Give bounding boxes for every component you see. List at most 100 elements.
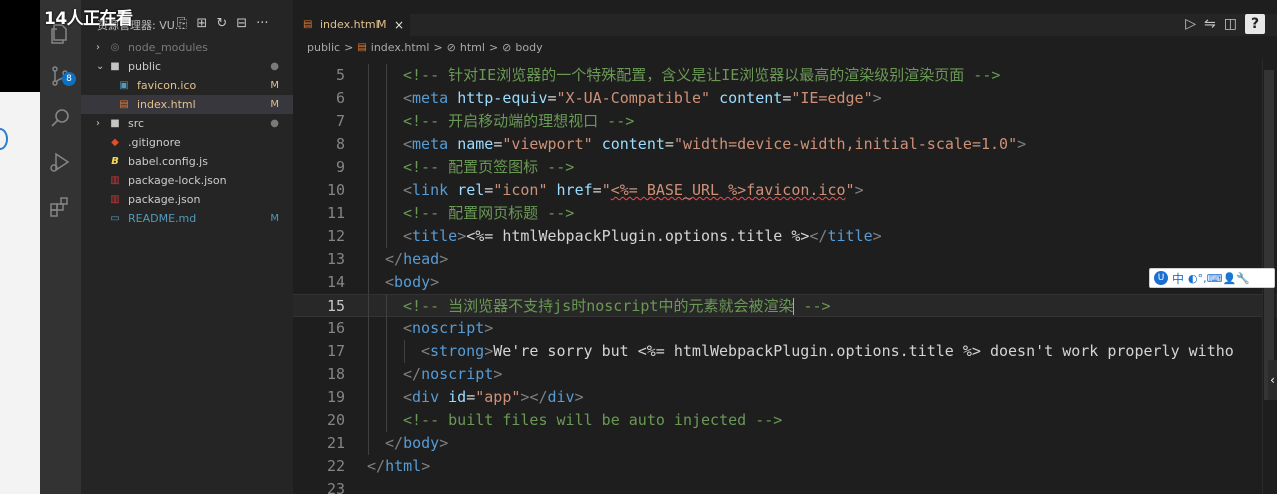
status-badge: ● [270,118,279,129]
tree-item-gitignore[interactable]: ◆ .gitignore [81,133,293,152]
help-icon[interactable]: ? [1245,14,1265,34]
viewer-count-overlay: 14人正在看 [44,9,133,29]
code-line[interactable]: 15 <!-- 当浏览器不支持js时noscript中的元素就会被渲染 --> [293,294,1277,318]
refresh-icon[interactable]: ↻ [216,16,227,31]
tree-item-label: README.md [128,212,197,225]
code-line[interactable]: 22 </html> [293,455,1277,478]
indent-guide [386,295,387,318]
code-text: <!-- 针对IE浏览器的一个特殊配置，含义是让IE浏览器以最高的渲染级别渲染页… [403,66,1001,84]
code-text: <!-- 开启移动端的理想视口 --> [403,112,635,130]
line-number: 12 [326,227,345,245]
ime-toolbar[interactable]: U 中 ◐°,⌨👤🔧 [1149,268,1275,288]
indent-guide [368,64,369,87]
code-line[interactable]: 5 <!-- 针对IE浏览器的一个特殊配置，含义是让IE浏览器以最高的渲染级别渲染… [293,64,1277,87]
breadcrumb-item[interactable]: body [515,41,542,54]
indent-guide [386,225,387,248]
compare-icon[interactable]: ⇋ [1204,16,1216,32]
markdown-icon: ▭ [110,213,120,224]
new-folder-icon[interactable]: ⊞ [196,16,207,31]
code-text: <body> [385,273,440,291]
html-file-icon: ▤ [119,99,129,110]
code-line[interactable]: 19 <div id="app"></div> [293,386,1277,409]
line-number: 8 [335,135,345,153]
code-line[interactable]: 8 <meta name="viewport" content="width=de… [293,133,1277,156]
code-text: <link rel="icon" href="<%= BASE_URL %>fa… [403,181,864,199]
tree-item-babel-config[interactable]: B babel.config.js [81,152,293,171]
tree-item-package-lock[interactable]: ▥ package-lock.json [81,171,293,190]
code-editor[interactable]: 5 <!-- 针对IE浏览器的一个特殊配置，含义是让IE浏览器以最高的渲染级别渲染… [293,59,1277,494]
breadcrumb-separator: > [344,41,354,54]
tree-item-label: package-lock.json [128,174,227,187]
indent-guide [386,409,387,432]
npm-icon: ▥ [110,175,120,186]
close-icon[interactable]: × [394,14,404,36]
run-debug-icon[interactable] [48,150,72,174]
search-icon[interactable] [48,106,72,130]
tree-item-node-modules[interactable]: › ◎ node_modules [81,38,293,57]
tree-item-label: package.json [128,193,201,206]
collapse-all-icon[interactable]: ⊟ [236,16,247,31]
breadcrumb-item[interactable]: index.html [371,41,430,54]
indent-guide [368,133,369,156]
tab-index-html[interactable]: ▤ index.html M × [293,14,410,36]
indent-guide [386,87,387,110]
breadcrumb-item[interactable]: public [307,41,340,54]
chevron-right-icon: › [96,42,100,53]
indent-guide [368,340,369,363]
code-line[interactable]: 13 </head> [293,248,1277,271]
tree-item-src[interactable]: › ■ src ● [81,114,293,133]
line-number: 20 [326,411,345,429]
tree-item-package-json[interactable]: ▥ package.json [81,190,293,209]
code-line[interactable]: 16 <noscript> [293,317,1277,340]
line-number: 5 [335,66,345,84]
html-file-icon: ▤ [357,42,367,53]
tree-item-label: babel.config.js [128,155,208,168]
code-text: <title><%= htmlWebpackPlugin.options.tit… [403,227,882,245]
run-icon[interactable]: ▷ [1185,16,1196,32]
code-line[interactable]: 23 [293,478,1277,494]
code-line[interactable]: 7 <!-- 开启移动端的理想视口 --> [293,110,1277,133]
ime-mode[interactable]: 中 [1172,270,1184,287]
code-text: <!-- 当浏览器不支持js时noscript中的元素就会被渲染 --> [403,297,831,315]
screen-edge-strip [0,0,40,494]
folder-icon: ■ [110,118,120,129]
npm-icon: ▥ [110,194,120,205]
tree-item-label: .gitignore [128,136,181,149]
more-actions-icon[interactable]: ··· [256,16,268,31]
indent-guide [386,386,387,409]
breadcrumb-item[interactable]: html [460,41,485,54]
code-line[interactable]: 10 <link rel="icon" href="<%= BASE_URL %>… [293,179,1277,202]
tree-item-favicon[interactable]: ▣ favicon.ico M [81,76,293,95]
indent-guide [386,340,387,363]
indent-guide [368,110,369,133]
source-control-badge: 8 [62,72,76,86]
line-number: 15 [326,297,345,315]
tree-item-index-html[interactable]: ▤ index.html M [81,95,293,114]
tree-item-readme[interactable]: ▭ README.md M [81,209,293,228]
panel-toggle-icon[interactable]: ‹ [1268,360,1277,400]
code-line[interactable]: 18 </noscript> [293,363,1277,386]
code-line[interactable]: 20 <!-- built files will be auto injected… [293,409,1277,432]
scrollbar-thumb[interactable] [1264,70,1274,400]
tree-item-public[interactable]: ⌄ ■ public ● [81,57,293,76]
chevron-right-icon: › [96,118,100,129]
code-line[interactable]: 12 <title><%= htmlWebpackPlugin.options.t… [293,225,1277,248]
code-text: </noscript> [403,365,503,383]
new-file-icon[interactable]: ⎘ [177,16,187,31]
code-line[interactable]: 14 <body> [293,271,1277,294]
code-line[interactable]: 9 <!-- 配置页签图标 --> [293,156,1277,179]
split-editor-icon[interactable]: ◫ [1224,16,1237,32]
code-line[interactable]: 6 <meta http-equiv="X-UA-Compatible" cont… [293,87,1277,110]
extensions-icon[interactable] [48,195,72,219]
tab-status: M [377,18,387,31]
indent-guide [386,110,387,133]
html-file-icon: ▤ [303,19,313,30]
indent-guide [368,271,369,294]
element-icon: ⊘ [446,41,456,54]
code-line[interactable]: 17 <strong>We're sorry but <%= htmlWebpac… [293,340,1277,363]
ime-tools[interactable]: ◐°,⌨👤🔧 [1188,272,1250,285]
code-line[interactable]: 11 <!-- 配置网页标题 --> [293,202,1277,225]
code-line[interactable]: 21 </body> [293,432,1277,455]
tab-bar: ▤ index.html M × [293,14,1277,36]
line-number: 21 [326,434,345,452]
